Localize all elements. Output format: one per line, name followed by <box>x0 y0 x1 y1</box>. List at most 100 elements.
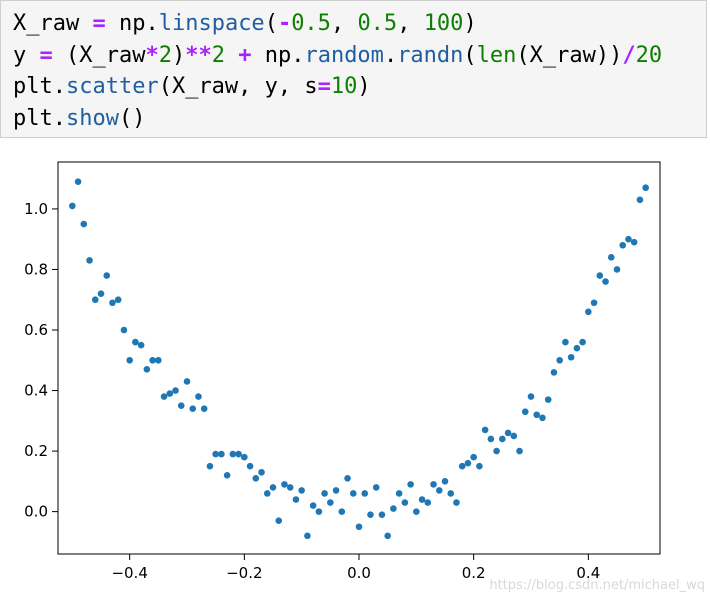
scatter-point <box>172 387 179 394</box>
scatter-point <box>390 505 397 512</box>
scatter-point <box>241 453 248 461</box>
code-token: , <box>330 11 358 36</box>
scatter-point <box>453 499 460 506</box>
scatter-point <box>355 523 363 531</box>
scatter-point <box>114 296 122 304</box>
scatter-point <box>275 517 283 525</box>
scatter-point <box>384 532 391 540</box>
scatter-point <box>516 447 523 455</box>
scatter-point <box>533 411 541 419</box>
y-tick-label: 0.4 <box>24 382 48 400</box>
code-token: + <box>238 42 252 68</box>
scatter-point <box>91 296 99 304</box>
code-token: = <box>317 74 331 99</box>
code-cell[interactable]: X_raw = np.linspace(-0.5, 0.5, 100) y = (… <box>0 0 707 138</box>
code-token: linspace <box>158 11 265 36</box>
code-token: ) <box>463 11 477 36</box>
code-token: random <box>304 42 384 68</box>
scatter-point <box>550 369 558 376</box>
code-token: / <box>622 42 636 68</box>
scatter-point <box>149 356 156 364</box>
scatter-point <box>195 393 202 400</box>
scatter-point <box>137 341 145 349</box>
code-token: = <box>39 42 53 68</box>
scatter-point <box>304 532 311 540</box>
scatter-point <box>229 450 237 458</box>
code-editor[interactable]: X_raw = np.linspace(-0.5, 0.5, 100) y = (… <box>13 8 662 134</box>
scatter-point <box>281 481 288 488</box>
scatter-point <box>413 508 420 515</box>
scatter-point <box>378 511 386 518</box>
scatter-point <box>579 338 586 346</box>
scatter-point <box>155 356 162 364</box>
y-tick-label: 0.6 <box>24 321 48 339</box>
code-token: . <box>383 42 398 68</box>
code-token: ) <box>357 74 371 99</box>
scatter-point <box>212 450 219 458</box>
code-token: - <box>277 11 292 36</box>
y-tick-label: 0.2 <box>24 442 48 460</box>
scatter-point <box>80 220 88 228</box>
code-token: (X_raw)) <box>516 42 623 68</box>
scatter-point <box>338 508 346 515</box>
scatter-point <box>395 490 403 497</box>
scatter-point <box>407 481 414 488</box>
scatter-point <box>292 496 300 503</box>
code-line: plt.scatter(X_raw, y, s=10) <box>13 71 662 103</box>
scatter-point <box>269 484 277 491</box>
scatter-point <box>585 308 592 316</box>
code-token: 2 <box>158 42 172 68</box>
scatter-point <box>607 254 615 261</box>
scatter-point <box>642 184 649 192</box>
y-tick-label: 1.0 <box>24 200 48 218</box>
x-tick-label: −0.2 <box>226 564 262 582</box>
code-token: plt. <box>13 105 66 131</box>
scatter-point <box>544 396 552 403</box>
code-token: 0.5 <box>291 11 331 36</box>
scatter-point <box>177 402 185 409</box>
scatter-point <box>321 490 328 497</box>
scatter-point <box>367 511 374 518</box>
scatter-point <box>109 299 116 307</box>
code-token: len <box>476 42 517 68</box>
scatter-point <box>309 502 317 509</box>
scatter-point <box>636 196 644 204</box>
scatter-point <box>183 378 191 385</box>
x-tick-label: 0.0 <box>347 564 371 582</box>
scatter-point <box>441 478 449 485</box>
scatter-point <box>573 344 581 352</box>
scatter-point <box>556 356 563 364</box>
scatter-point <box>298 487 305 494</box>
code-token: randn <box>397 42 464 68</box>
code-line: X_raw = np.linspace(-0.5, 0.5, 100) <box>13 8 662 40</box>
code-token: , <box>397 11 424 36</box>
scatter-point <box>103 272 111 279</box>
code-token: 2 <box>211 42 225 68</box>
scatter-point <box>510 432 518 440</box>
scatter-point <box>527 393 535 400</box>
scatter-point <box>126 356 133 364</box>
scatter-point <box>315 508 323 515</box>
scatter-point <box>487 435 495 443</box>
scatter-point <box>189 405 197 413</box>
scatter-point <box>562 338 569 346</box>
scatter-point <box>430 481 437 488</box>
scatter-point <box>401 499 409 506</box>
scatter-point <box>596 272 604 279</box>
code-line: plt.show() <box>13 103 662 135</box>
scatter-point <box>166 390 174 397</box>
scatter-point <box>218 450 225 458</box>
scatter-point <box>435 487 443 494</box>
code-token: ** <box>185 42 212 68</box>
y-tick-label: 0.0 <box>24 503 48 521</box>
scatter-point <box>602 278 609 285</box>
scatter-point <box>521 408 529 416</box>
scatter-point <box>160 393 168 400</box>
scatter-point <box>132 338 139 346</box>
scatter-point <box>361 490 369 497</box>
scatter-point <box>476 462 483 470</box>
scatter-point <box>258 468 265 476</box>
scatter-point <box>481 426 489 434</box>
scatter-point <box>286 484 294 491</box>
